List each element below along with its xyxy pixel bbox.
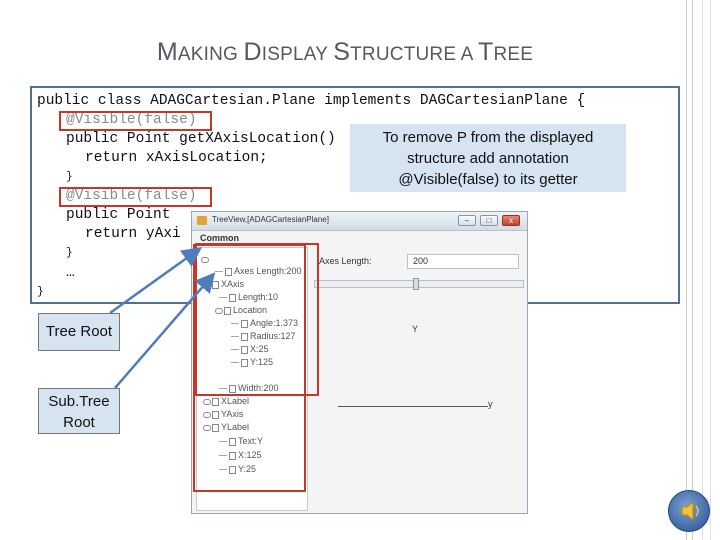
arrow-subtree-root xyxy=(114,272,216,389)
arrow-tree-root xyxy=(109,247,203,315)
arrow-layer xyxy=(109,247,216,389)
speaker-icon[interactable] xyxy=(668,490,710,532)
